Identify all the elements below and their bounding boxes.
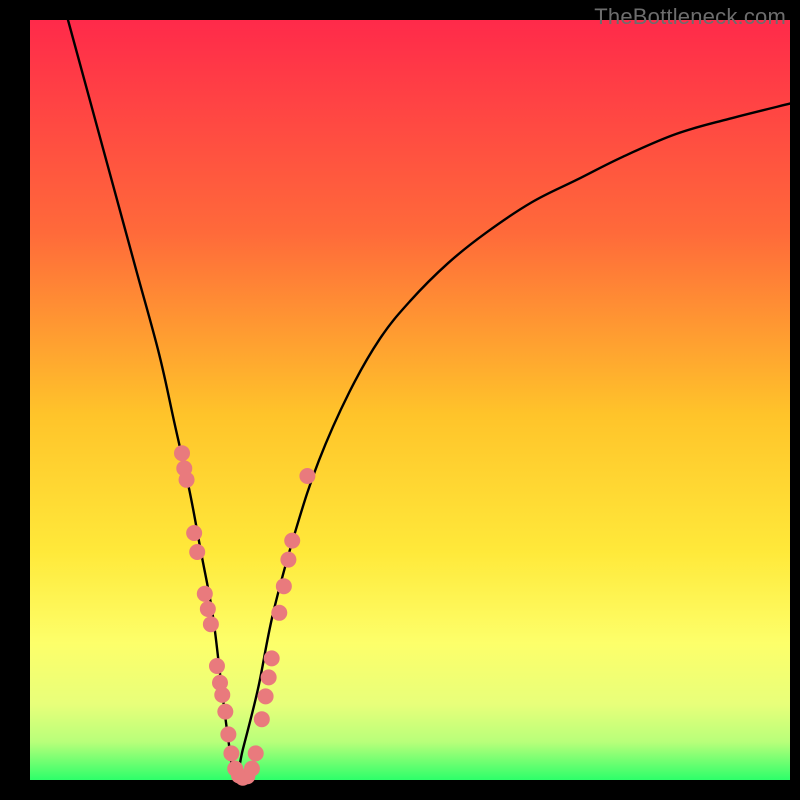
data-marker (280, 552, 296, 568)
bottleneck-curve (68, 20, 790, 780)
data-marker (223, 745, 239, 761)
data-marker (203, 616, 219, 632)
watermark-text: TheBottleneck.com (594, 4, 786, 30)
data-marker (186, 525, 202, 541)
data-marker (209, 658, 225, 674)
data-marker (264, 650, 280, 666)
data-marker (197, 586, 213, 602)
curve-layer (68, 20, 790, 780)
data-marker (248, 745, 264, 761)
data-marker (299, 468, 315, 484)
data-marker (174, 445, 190, 461)
data-marker (244, 761, 260, 777)
data-marker (189, 544, 205, 560)
data-marker (258, 688, 274, 704)
data-marker (179, 472, 195, 488)
data-marker (284, 533, 300, 549)
chart-svg (30, 20, 790, 780)
data-marker (214, 687, 230, 703)
data-marker (271, 605, 287, 621)
data-marker (254, 711, 270, 727)
chart-frame: TheBottleneck.com (0, 0, 800, 800)
data-marker (200, 601, 216, 617)
data-marker (276, 578, 292, 594)
marker-layer (174, 445, 315, 786)
data-marker (220, 726, 236, 742)
plot-area (30, 20, 790, 780)
data-marker (261, 669, 277, 685)
data-marker (217, 704, 233, 720)
